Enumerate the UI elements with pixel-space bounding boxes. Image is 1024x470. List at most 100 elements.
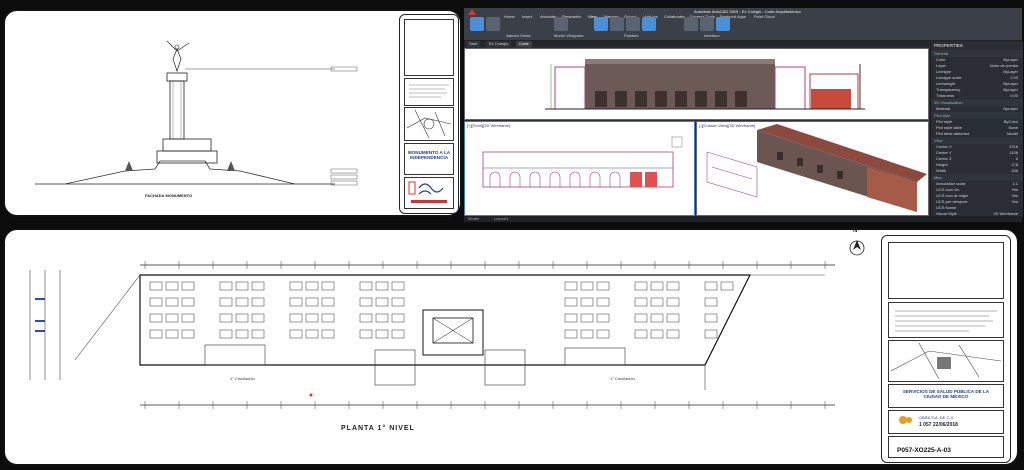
desk-cluster (650, 281, 664, 291)
property-key: Material (936, 106, 951, 111)
ribbon-panel-label: Named Views (506, 33, 531, 38)
viewport-3d-label: [-][Custom View][3D Wireframe] (699, 123, 756, 128)
desk-cluster (564, 329, 578, 339)
notes-lines (895, 310, 997, 332)
viewport-configuration-button[interactable] (554, 17, 568, 31)
desk-cluster (149, 281, 163, 291)
desk-cluster (564, 281, 578, 291)
desk-cluster (704, 329, 718, 339)
viewport-button[interactable] (470, 17, 484, 31)
title-block-header (404, 19, 454, 76)
model-tab[interactable]: Model (468, 216, 479, 221)
desk-cluster (321, 329, 335, 339)
project-title: SERVICIOS DE SALUD PÚBLICA DE LA CIUDAD … (902, 389, 990, 399)
doc-tab-active[interactable]: Corte (516, 41, 532, 47)
company-name: OBRA S.A. DE C.V. (919, 415, 954, 420)
desk-cluster (251, 329, 265, 339)
doc-tab-drawing[interactable]: Ex Colegio (486, 41, 512, 47)
location-map-sketch (890, 342, 1002, 380)
property-key: Thickness (936, 93, 955, 98)
zone-label-right: 1° Circulación (610, 376, 635, 381)
desk-cluster (305, 281, 319, 291)
desk-cluster (289, 329, 303, 339)
tool-palettes-button[interactable] (594, 17, 608, 31)
sheet-number: P057-XO225-A-03 (897, 447, 951, 454)
desk-cluster (375, 329, 389, 339)
desk-cluster (251, 297, 265, 307)
drawing-caption: FACHADA MONUMENTO (145, 193, 193, 198)
property-value: 436 (1011, 168, 1018, 173)
desk-cluster (359, 329, 373, 339)
desk-cluster (666, 313, 680, 323)
desk-cluster (580, 329, 594, 339)
facade-point-cloud (545, 59, 865, 110)
properties-section[interactable]: Misc (931, 174, 1023, 181)
desk-cluster (321, 313, 335, 323)
desk-cluster (289, 281, 303, 291)
layout-tab[interactable]: Layout1 (494, 216, 508, 221)
status-bar: Model Layout1 (464, 216, 1022, 222)
desk-cluster (704, 281, 718, 291)
institution-logo (408, 181, 447, 203)
ribbon-panel-label: Interface (704, 33, 720, 38)
desk-cluster (375, 281, 389, 291)
desk-cluster (666, 281, 680, 291)
app-menu-icon[interactable] (468, 9, 476, 16)
desk-cluster (391, 313, 405, 323)
properties-section[interactable]: General (931, 50, 1023, 57)
doc-tab-start[interactable]: Start (466, 41, 481, 47)
ribbon-tab[interactable]: Collaborate (664, 14, 684, 19)
navigation-bar-button[interactable] (486, 17, 500, 31)
desk-cluster (634, 297, 648, 307)
desk-cluster (596, 329, 610, 339)
desk-cluster (165, 313, 179, 323)
floor-plan-sheet: N PLANTA 1° NIVEL 1° Circulación 1° Circ… (3, 228, 1019, 466)
viewport-3d[interactable]: [-][Custom View][3D Wireframe] (696, 121, 929, 216)
monument-elevation-drawing (35, 40, 358, 186)
desk-cluster (235, 329, 249, 339)
location-map (404, 107, 454, 141)
viewport-front[interactable]: [+][Front][2D Wireframe] (464, 121, 695, 216)
desk-cluster (634, 313, 648, 323)
ribbon-panel-label: Model Viewports (554, 33, 584, 38)
desk-cluster (251, 281, 265, 291)
floor-plan-drawing (29, 240, 865, 409)
company-logo (899, 416, 912, 424)
desk-cluster (289, 297, 303, 307)
desk-cluster (219, 329, 233, 339)
properties-palette-button[interactable] (610, 17, 624, 31)
property-value: Model (1007, 131, 1018, 136)
properties-section[interactable]: View (931, 137, 1023, 144)
desk-cluster (720, 281, 734, 291)
sheet-date: 1 057 22/06/2018 (919, 422, 958, 428)
plan-title: PLANTA 1° NIVEL (341, 425, 415, 432)
zone-label-left: 1° Circulación (230, 376, 255, 381)
ribbon-tab[interactable]: Home (504, 14, 515, 19)
layout-tabs-button[interactable] (716, 17, 730, 31)
ribbon-tab[interactable]: Insert (522, 14, 532, 19)
desk-cluster (289, 313, 303, 323)
facade-line-drawing (482, 136, 683, 188)
desk-cluster (219, 281, 233, 291)
properties-title: PROPERTIES (934, 43, 963, 48)
file-tabs-button[interactable] (700, 17, 714, 31)
desk-cluster (666, 297, 680, 307)
desk-cluster (596, 281, 610, 291)
property-value: 0.00 (1010, 93, 1018, 98)
switch-windows-button[interactable] (684, 17, 698, 31)
desk-cluster (235, 313, 249, 323)
desk-cluster (165, 329, 179, 339)
desk-cluster (666, 329, 680, 339)
properties-section[interactable]: Plot style (931, 112, 1023, 119)
notes-box (404, 78, 454, 106)
calculator-button[interactable] (642, 17, 656, 31)
sheet-set-button[interactable] (626, 17, 640, 31)
property-value: ByLayer (1003, 106, 1018, 111)
ribbon-tab[interactable]: Point Cloud (754, 14, 775, 19)
viewport-top[interactable] (464, 48, 929, 120)
desk-cluster (165, 297, 179, 307)
properties-section[interactable]: 3D Visualization (931, 99, 1023, 106)
desk-cluster (596, 297, 610, 307)
company-box: OBRA S.A. DE C.V. 1 057 22/06/2018 (888, 410, 1004, 434)
desk-cluster (149, 297, 163, 307)
